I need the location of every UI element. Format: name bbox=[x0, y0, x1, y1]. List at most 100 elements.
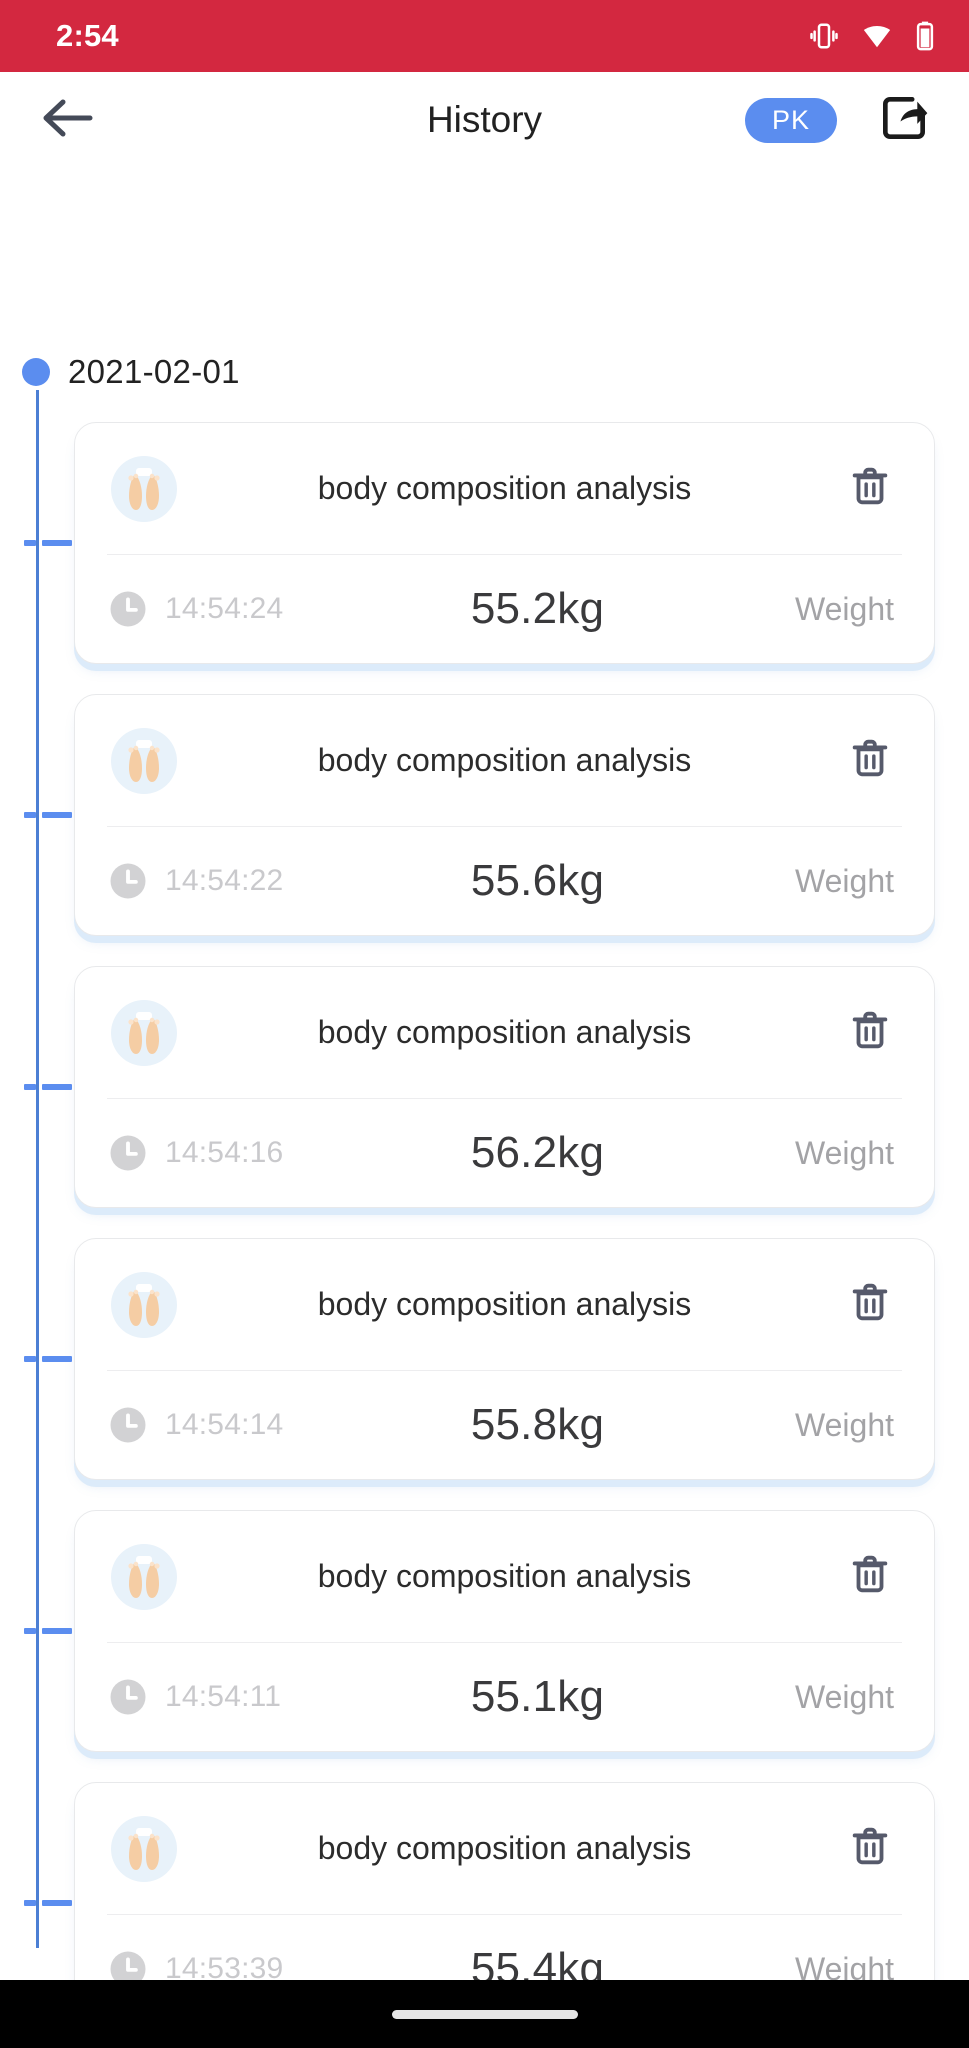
list-item: body composition analysis bbox=[0, 1238, 969, 1480]
record-time-group: 14:54:11 bbox=[107, 1676, 379, 1718]
timeline-tick bbox=[24, 812, 72, 818]
record-list: body composition analysis 14:54:24 55.2k… bbox=[0, 400, 969, 1980]
body-scale-icon bbox=[107, 1540, 181, 1614]
record-card-header: body composition analysis bbox=[107, 423, 902, 555]
trash-icon bbox=[847, 1007, 893, 1058]
vibrate-icon bbox=[809, 21, 839, 51]
record-card-body: 14:54:14 55.8kg Weight bbox=[107, 1371, 902, 1479]
status-bar-clock: 2:54 bbox=[56, 18, 119, 53]
record-card-header: body composition analysis bbox=[107, 695, 902, 827]
body-scale-icon bbox=[107, 452, 181, 526]
delete-button[interactable] bbox=[838, 1817, 902, 1881]
clock-icon bbox=[107, 1676, 149, 1718]
clock-icon bbox=[107, 588, 149, 630]
timeline-tick bbox=[24, 1084, 72, 1090]
record-card[interactable]: body composition analysis bbox=[74, 422, 935, 664]
delete-button[interactable] bbox=[838, 729, 902, 793]
record-title: body composition analysis bbox=[317, 742, 692, 778]
clock-icon bbox=[107, 1948, 149, 1980]
record-time-group: 14:54:16 bbox=[107, 1132, 379, 1174]
timeline-tick bbox=[24, 1628, 72, 1634]
record-metric-label: Weight bbox=[794, 1678, 894, 1715]
record-metric-label: Weight bbox=[794, 1406, 894, 1443]
trash-icon bbox=[847, 463, 893, 514]
record-card[interactable]: body composition analysis bbox=[74, 1510, 935, 1752]
trash-icon bbox=[847, 735, 893, 786]
share-icon bbox=[876, 90, 932, 151]
record-time: 14:54:14 bbox=[165, 1408, 284, 1441]
timeline-dot bbox=[22, 358, 50, 386]
timeline-date-group: 2021-02-01 bbox=[0, 344, 969, 400]
record-time-group: 14:53:39 bbox=[107, 1948, 379, 1980]
clock-icon bbox=[107, 1404, 149, 1446]
app-screen: 2:54 History PK 2021-02-01 body composit… bbox=[0, 0, 969, 2048]
trash-icon bbox=[847, 1279, 893, 1330]
list-item: body composition analysis bbox=[0, 966, 969, 1208]
body-scale-icon bbox=[107, 1268, 181, 1342]
record-card[interactable]: body composition analysis bbox=[74, 966, 935, 1208]
record-card-header: body composition analysis bbox=[107, 967, 902, 1099]
share-button[interactable] bbox=[875, 91, 933, 149]
record-card-header: body composition analysis bbox=[107, 1239, 902, 1371]
record-card[interactable]: body composition analysis bbox=[74, 694, 935, 936]
battery-icon bbox=[915, 21, 935, 51]
trash-icon bbox=[847, 1551, 893, 1602]
record-metric-label: Weight bbox=[794, 1134, 894, 1171]
delete-button[interactable] bbox=[838, 457, 902, 521]
delete-button[interactable] bbox=[838, 1273, 902, 1337]
record-time: 14:54:22 bbox=[165, 864, 284, 897]
body-scale-icon bbox=[107, 1812, 181, 1886]
record-card-body: 14:54:22 55.6kg Weight bbox=[107, 827, 902, 935]
record-card[interactable]: body composition analysis bbox=[74, 1782, 935, 1980]
clock-icon bbox=[107, 1132, 149, 1174]
record-time: 14:54:16 bbox=[165, 1136, 284, 1169]
record-title: body composition analysis bbox=[317, 1286, 692, 1322]
record-card-header: body composition analysis bbox=[107, 1783, 902, 1915]
delete-button[interactable] bbox=[838, 1545, 902, 1609]
timeline-tick bbox=[24, 1900, 72, 1906]
record-card-body: 14:54:16 56.2kg Weight bbox=[107, 1099, 902, 1207]
record-card-body: 14:53:39 55.4kg Weight bbox=[107, 1915, 902, 1980]
record-value: 55.8kg bbox=[470, 1400, 605, 1449]
record-title: body composition analysis bbox=[317, 470, 692, 506]
home-indicator[interactable] bbox=[391, 2009, 578, 2019]
list-item: body composition analysis bbox=[0, 694, 969, 936]
record-title: body composition analysis bbox=[317, 1014, 692, 1050]
wifi-icon bbox=[861, 21, 893, 51]
delete-button[interactable] bbox=[838, 1001, 902, 1065]
record-card-header: body composition analysis bbox=[107, 1511, 902, 1643]
status-bar: 2:54 bbox=[0, 0, 969, 72]
record-value: 55.1kg bbox=[470, 1672, 605, 1721]
record-card[interactable]: body composition analysis bbox=[74, 1238, 935, 1480]
timeline-date-label: 2021-02-01 bbox=[68, 353, 240, 390]
system-navigation-bar bbox=[0, 1980, 969, 2048]
record-card-body: 14:54:24 55.2kg Weight bbox=[107, 555, 902, 663]
record-value: 56.2kg bbox=[470, 1128, 605, 1177]
body-scale-icon bbox=[107, 996, 181, 1070]
record-value: 55.6kg bbox=[470, 856, 605, 905]
record-metric-label: Weight bbox=[794, 590, 894, 627]
record-time-group: 14:54:24 bbox=[107, 588, 379, 630]
app-bar-actions: PK bbox=[744, 91, 941, 149]
record-value: 55.2kg bbox=[470, 584, 605, 633]
list-item: body composition analysis bbox=[0, 1510, 969, 1752]
record-time: 14:54:24 bbox=[165, 592, 284, 625]
record-time: 14:54:11 bbox=[165, 1680, 282, 1713]
list-item: body composition analysis bbox=[0, 1782, 969, 1980]
arrow-left-icon bbox=[42, 97, 94, 144]
timeline-tick bbox=[24, 540, 72, 546]
record-card-body: 14:54:11 55.1kg Weight bbox=[107, 1643, 902, 1751]
record-time-group: 14:54:14 bbox=[107, 1404, 379, 1446]
trash-icon bbox=[847, 1823, 893, 1874]
pk-badge-button[interactable]: PK bbox=[744, 97, 837, 143]
record-title: body composition analysis bbox=[317, 1830, 692, 1866]
history-content: 2021-02-01 body composition analysis 14:… bbox=[0, 168, 969, 1980]
body-scale-icon bbox=[107, 724, 181, 798]
back-button[interactable] bbox=[36, 88, 100, 152]
record-title: body composition analysis bbox=[317, 1558, 692, 1594]
list-item: body composition analysis bbox=[0, 422, 969, 664]
record-metric-label: Weight bbox=[794, 862, 894, 899]
timeline-tick bbox=[24, 1356, 72, 1362]
app-bar: History PK bbox=[0, 72, 969, 168]
record-metric-label: Weight bbox=[794, 1950, 894, 1981]
